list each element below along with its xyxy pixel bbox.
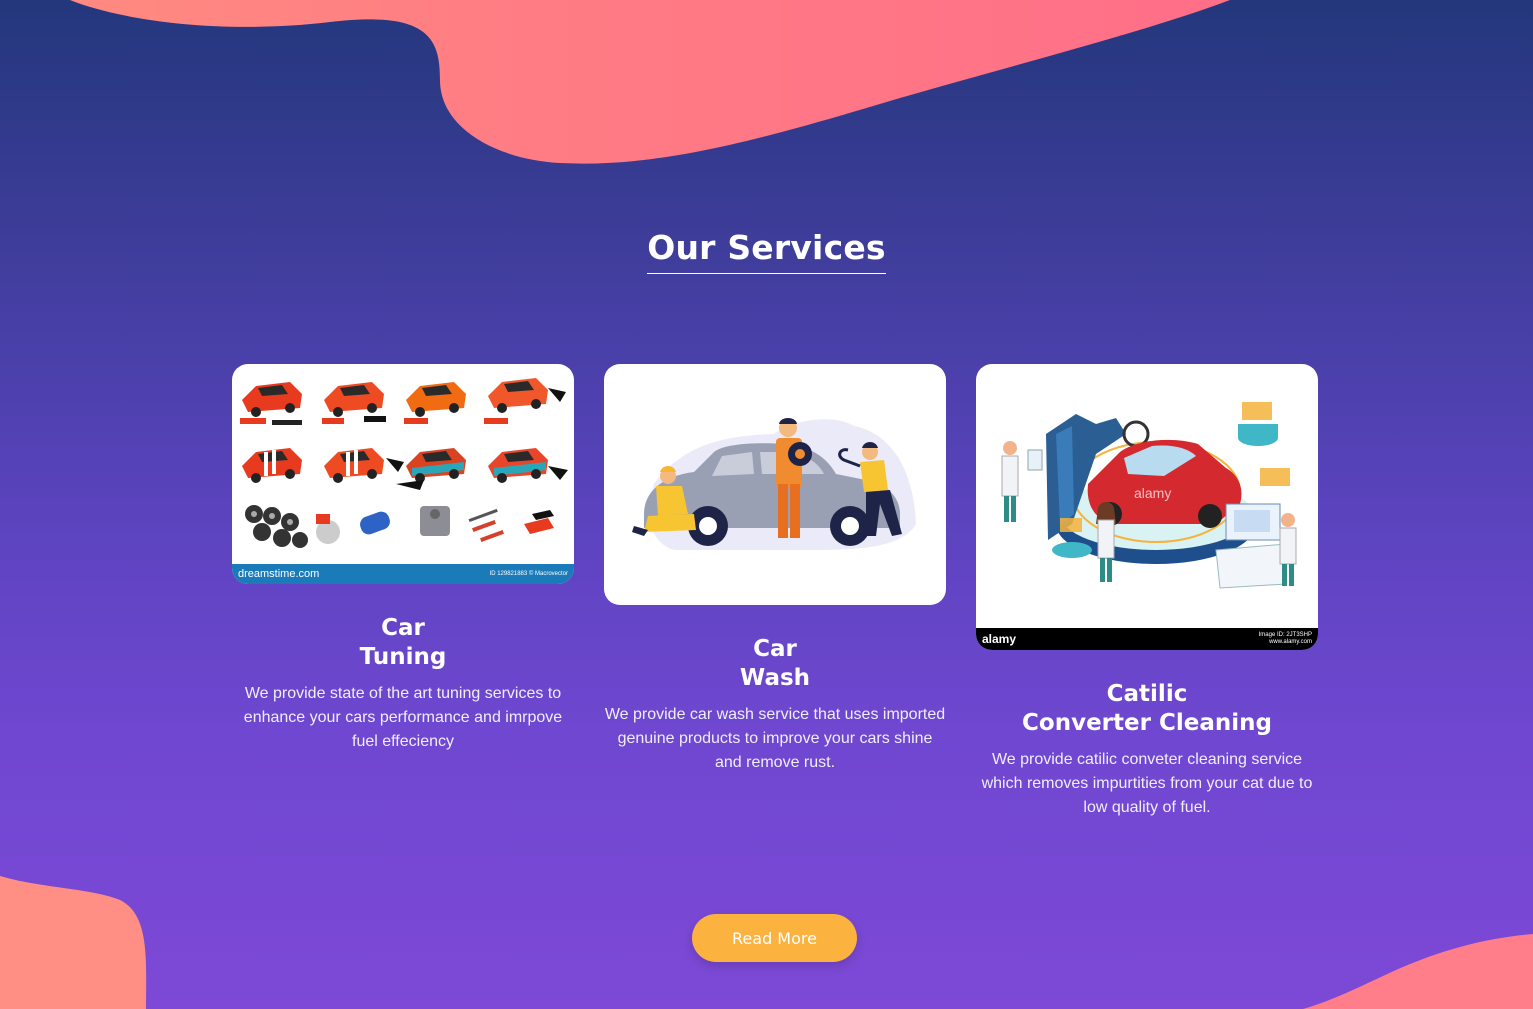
service-title-line1: Car [381, 615, 425, 641]
dreamstime-watermark: dreamstime.com [238, 568, 320, 580]
service-description: We provide catilic conveter cleaning ser… [981, 751, 1313, 816]
car-tuning-illustration [240, 378, 568, 548]
decorative-top-blob [70, 0, 1230, 164]
dreamstime-image-id: ID 129821883 © Macrovector [489, 571, 568, 577]
catalytic-converter-illustration: alamy [1001, 402, 1297, 589]
decorative-bottom-right-blob [1303, 934, 1533, 1009]
car-tuning-image: dreamstime.com ID 129821883 © Macrovecto… [232, 364, 574, 584]
catalytic-converter-image: alamy alamy Image ID: 2JT3SHP www.alamy.… [976, 364, 1318, 650]
alamy-watermark-bar: alamy Image ID: 2JT3SHP www.alamy.com [976, 628, 1318, 650]
service-card-catalytic-converter-cleaning: alamy alamy Image ID: 2JT3SHP www.alamy.… [976, 364, 1318, 820]
service-title: Catilic Converter Cleaning [976, 680, 1318, 738]
car-wash-image [604, 364, 946, 605]
service-card-car-wash: Car Wash We provide car wash service tha… [604, 364, 946, 775]
service-description: We provide car wash service that uses im… [604, 706, 946, 771]
service-title-line2: Wash [739, 665, 811, 691]
alamy-image-info: Image ID: 2JT3SHP www.alamy.com [1259, 632, 1312, 646]
service-title-line1: Car [753, 636, 797, 662]
section-header: Our Services [0, 228, 1533, 274]
car-wash-illustration [632, 418, 916, 550]
decorative-bottom-left-blob [0, 876, 147, 1009]
service-title-line1: Catilic [1106, 681, 1188, 707]
service-title-line2: Converter Cleaning [1022, 710, 1272, 736]
service-title: Car Tuning [232, 614, 574, 672]
read-more-button[interactable]: Read More [692, 914, 857, 962]
service-card-car-tuning: dreamstime.com ID 129821883 © Macrovecto… [232, 364, 574, 754]
service-description: We provide state of the art tuning servi… [243, 685, 563, 750]
alamy-center-watermark: alamy [1134, 485, 1171, 501]
service-title-line2: Tuning [359, 644, 447, 670]
service-title: Car Wash [604, 635, 946, 693]
section-title: Our Services [647, 228, 886, 274]
alamy-watermark: alamy [982, 632, 1017, 646]
alamy-image-id: Image ID: 2JT3SHP [1258, 632, 1312, 638]
dreamstime-watermark-bar: dreamstime.com ID 129821883 © Macrovecto… [232, 564, 574, 584]
alamy-url: www.alamy.com [1269, 639, 1312, 645]
